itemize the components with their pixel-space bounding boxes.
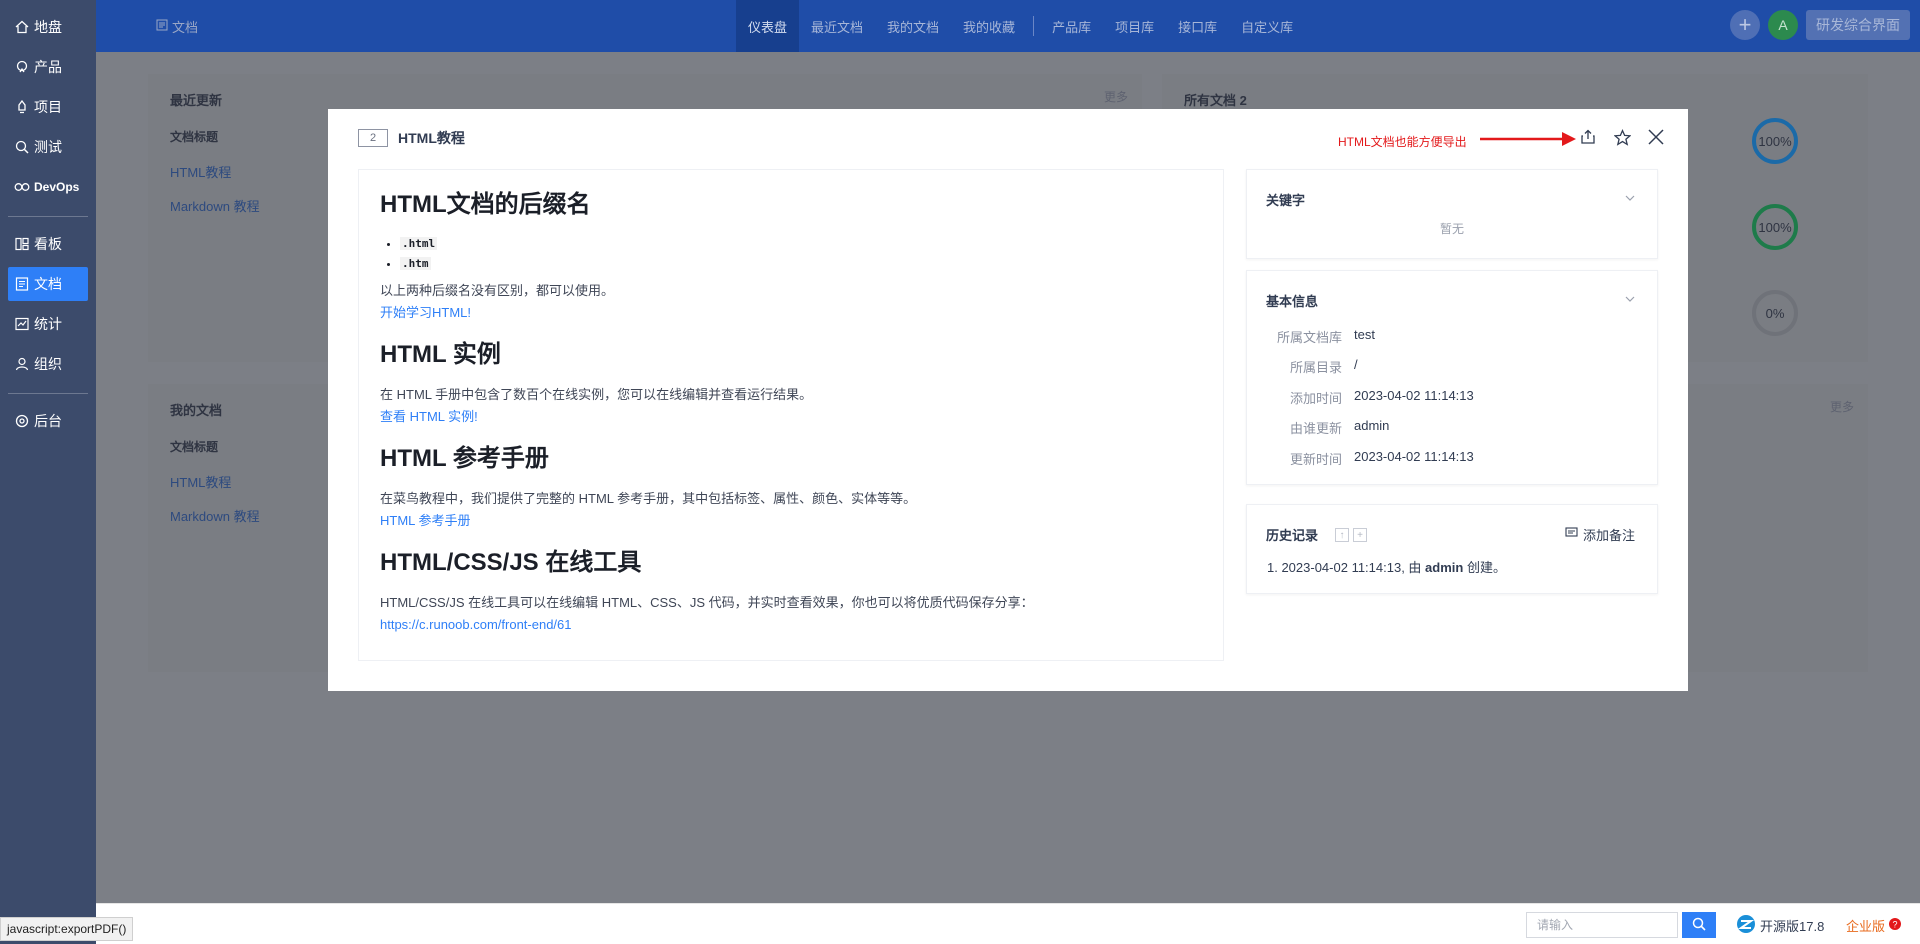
version-info[interactable]: 开源版17.8: [1736, 914, 1824, 937]
plus-icon: +: [1738, 12, 1752, 37]
card-title: 历史记录: [1266, 528, 1319, 543]
avatar[interactable]: A: [1768, 10, 1798, 40]
overlay-dim: [0, 0, 96, 944]
panel-title: 所有文档 2: [1184, 93, 1247, 108]
app-switch-button[interactable]: 研发综合界面: [1806, 10, 1910, 40]
enterprise-label: 企业版: [1846, 919, 1886, 934]
content-link[interactable]: 开始学习HTML!: [380, 302, 1202, 324]
content-paragraph: 以上两种后缀名没有区别，都可以使用。: [380, 283, 615, 298]
search-input[interactable]: 请输入: [1526, 912, 1678, 938]
content-link[interactable]: https://c.runoob.com/front-end/61: [380, 614, 1202, 636]
menu-dashboard[interactable]: 仪表盘: [736, 0, 800, 52]
more-link[interactable]: 更多: [1104, 88, 1128, 105]
search-icon: [1692, 917, 1706, 934]
column-header: 文档标题: [170, 130, 219, 144]
menu-recent-docs[interactable]: 最近文档: [799, 0, 875, 52]
status-url: javascript:exportPDF(): [0, 917, 134, 941]
top-menu: 仪表盘 最近文档 我的文档 我的收藏 产品库 项目库 接口库 自定义库: [736, 0, 1305, 52]
zentao-logo-icon: [1736, 914, 1756, 937]
modal-header: 2 HTML教程: [358, 128, 465, 148]
info-row: 添加时间 2023-04-02 11:14:13: [1289, 388, 1474, 406]
column-header: 文档标题: [170, 440, 219, 454]
basic-info-card: 基本信息 所属文档库 test 所属目录 / 添加时间 2023-04-02 11:1…: [1246, 270, 1658, 485]
card-title: 基本信息: [1266, 294, 1319, 309]
top-bar: 文档 仪表盘 最近文档 我的文档 我的收藏 产品库 项目库 接口库 自定义库 +…: [96, 0, 1920, 52]
doc-icon: [156, 19, 168, 34]
version-label: 开源版17.8: [1760, 919, 1825, 934]
content-paragraph: HTML/CSS/JS 在线工具可以在线编辑 HTML、CSS、JS 代码，并实…: [380, 595, 1034, 610]
enterprise-link[interactable]: 企业版 ?: [1846, 916, 1902, 935]
ext-list: .html .htm: [380, 234, 1202, 274]
export-icon[interactable]: [1578, 127, 1598, 147]
add-note-button[interactable]: 添加备注: [1565, 525, 1635, 544]
content-link[interactable]: 查看 HTML 实例!: [380, 406, 1202, 428]
doc-link[interactable]: Markdown 教程: [170, 196, 260, 215]
svg-text:?: ?: [1893, 920, 1898, 930]
progress-gauge: 0%: [1752, 290, 1798, 336]
add-note-label: 添加备注: [1582, 528, 1635, 543]
help-icon: ?: [1889, 918, 1902, 933]
content-paragraph: 在 HTML 手册中包含了数百个在线实例，您可以在线编辑并查看运行结果。: [380, 387, 813, 402]
progress-gauge: 100%: [1752, 118, 1798, 164]
bottom-bar: 请输入 开源版17.8 企业版 ?: [96, 903, 1920, 944]
sidebar: 地盘 产品 项目 测试 DevOps 看板 文档 统计 组织 后台: [0, 0, 96, 944]
modal-actions: [1578, 127, 1666, 147]
top-right-tools: + A 研发综合界面: [1730, 10, 1920, 40]
menu-favorites[interactable]: 我的收藏: [951, 0, 1027, 52]
menu-api-lib[interactable]: 接口库: [1166, 0, 1229, 52]
content-heading: HTML文档的后缀名: [380, 191, 591, 218]
modal-title: HTML教程: [398, 130, 465, 146]
panel-title: 我的文档: [170, 403, 223, 418]
doc-id-badge: 2: [358, 129, 388, 147]
doc-link[interactable]: HTML教程: [170, 162, 231, 181]
breadcrumb-label: 文档: [172, 20, 199, 35]
menu-project-lib[interactable]: 项目库: [1103, 0, 1166, 52]
chevron-down-icon[interactable]: [1625, 189, 1635, 204]
empty-text: 暂无: [1439, 222, 1464, 236]
comment-icon: [1565, 527, 1578, 542]
annotation-arrow-icon: [1480, 132, 1576, 146]
panel-title: 最近更新: [170, 93, 223, 108]
list-item: .html: [400, 234, 1202, 254]
progress-gauge: 100%: [1752, 204, 1798, 250]
content-paragraph: 在菜鸟教程中，我们提供了完整的 HTML 参考手册，其中包括标签、属性、颜色、实…: [380, 491, 917, 506]
expand-icon[interactable]: +: [1353, 528, 1367, 542]
menu-my-docs[interactable]: 我的文档: [875, 0, 951, 52]
keywords-card: 关键字 暂无: [1246, 169, 1658, 259]
card-title: 关键字: [1266, 193, 1306, 208]
doc-preview-modal: 2 HTML教程 HTML文档也能方便导出 HTML文档的后缀名 .html .…: [328, 109, 1688, 691]
info-row: 由谁更新 admin: [1289, 418, 1390, 436]
info-row: 更新时间 2023-04-02 11:14:13: [1289, 449, 1474, 467]
content-link[interactable]: HTML 参考手册: [380, 510, 1202, 532]
list-item: .htm: [400, 254, 1202, 274]
star-icon[interactable]: [1612, 127, 1632, 147]
info-row: 所属文档库 test: [1276, 327, 1375, 345]
menu-product-lib[interactable]: 产品库: [1040, 0, 1103, 52]
breadcrumb[interactable]: 文档: [156, 17, 198, 36]
add-button[interactable]: +: [1730, 10, 1760, 40]
doc-link[interactable]: HTML教程: [170, 472, 231, 491]
doc-link[interactable]: Markdown 教程: [170, 506, 260, 525]
menu-divider: [1033, 16, 1035, 36]
menu-custom-lib[interactable]: 自定义库: [1229, 0, 1305, 52]
history-tools: ↑ +: [1335, 528, 1367, 542]
chevron-down-icon[interactable]: [1625, 290, 1635, 305]
content-heading: HTML 参考手册: [380, 445, 549, 472]
content-heading: HTML 实例: [380, 341, 501, 368]
search-button[interactable]: [1682, 912, 1716, 938]
close-icon[interactable]: [1646, 127, 1666, 147]
history-card: 历史记录 ↑ + 添加备注 1. 2023-04-02 11:14:13, 由 …: [1246, 504, 1658, 594]
arrow-up-icon[interactable]: ↑: [1335, 528, 1349, 542]
content-heading: HTML/CSS/JS 在线工具: [380, 549, 642, 576]
doc-content: HTML文档的后缀名 .html .htm 以上两种后缀名没有区别，都可以使用。…: [358, 169, 1224, 661]
more-link[interactable]: 更多: [1830, 398, 1854, 415]
history-item: 1. 2023-04-02 11:14:13, 由 admin 创建。: [1267, 560, 1506, 575]
export-annotation: HTML文档也能方便导出: [1338, 135, 1467, 149]
info-row: 所属目录 /: [1289, 357, 1358, 375]
